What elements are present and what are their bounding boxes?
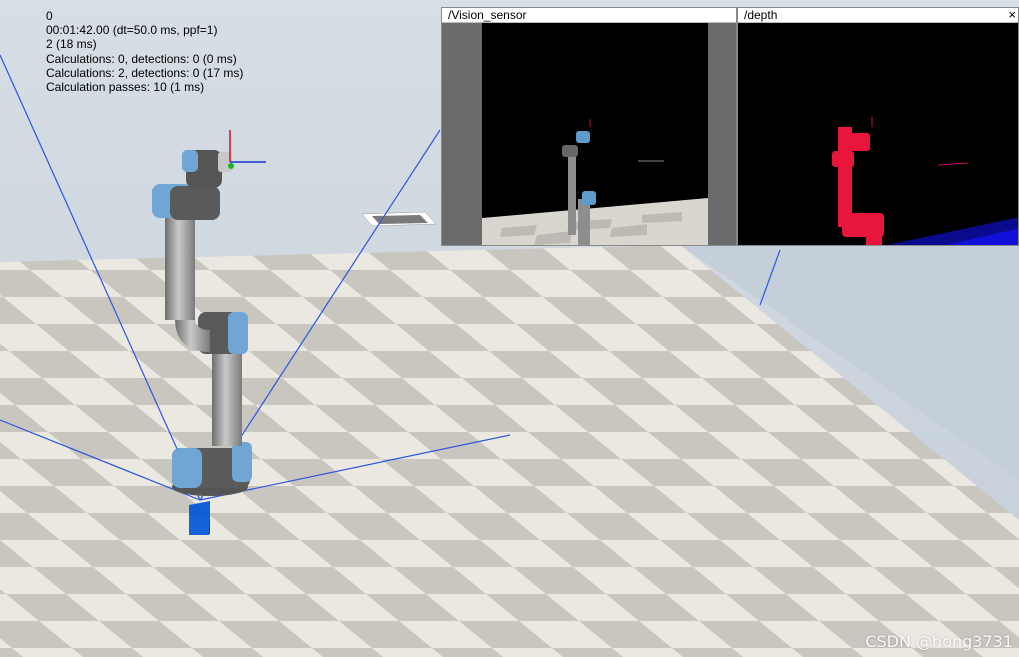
close-icon[interactable]: ×: [1008, 8, 1016, 22]
simulation-stats-overlay: 0 00:01:42.00 (dt=50.0 ms, ppf=1) 2 (18 …: [46, 9, 243, 94]
calibration-checkerboard: [361, 211, 437, 227]
vision-sensor-titlebar[interactable]: /Vision_sensor: [442, 8, 736, 23]
stats-line-calc-1: Calculations: 0, detections: 0 (0 ms): [46, 51, 237, 66]
stats-line-steps: 2 (18 ms): [46, 37, 97, 52]
watermark-text: CSDN @hong3731: [865, 632, 1013, 651]
depth-titlebar[interactable]: /depth ×: [738, 8, 1018, 23]
depth-title: /depth: [744, 8, 778, 22]
stats-line-frame: 0: [46, 9, 53, 23]
vision-sensor-cube: [189, 501, 210, 535]
depth-view[interactable]: /depth ×: [737, 7, 1019, 246]
stats-line-time: 00:01:42.00 (dt=50.0 ms, ppf=1): [46, 23, 218, 38]
depth-image: [738, 23, 1018, 245]
stats-line-calc-2: Calculations: 2, detections: 0 (17 ms): [46, 65, 244, 80]
vision-sensor-title: /Vision_sensor: [448, 8, 527, 22]
stats-line-passes: Calculation passes: 10 (1 ms): [46, 80, 205, 95]
vision-sensor-image: [442, 23, 736, 245]
vision-sensor-view[interactable]: /Vision_sensor: [441, 7, 737, 246]
